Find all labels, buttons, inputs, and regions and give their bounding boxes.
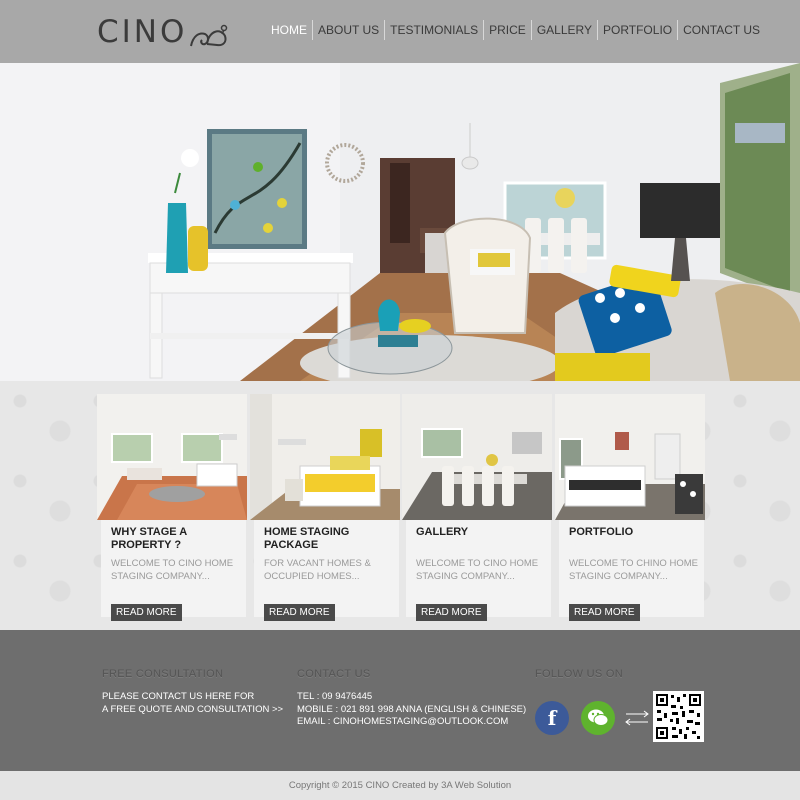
- logo[interactable]: CINO: [97, 12, 229, 52]
- read-more-button[interactable]: READ MORE: [416, 604, 487, 621]
- nav-portfolio[interactable]: PORTFOLIO: [596, 20, 677, 40]
- card-description: FOR VACANT HOMES & OCCUPIED HOMES...: [264, 558, 371, 582]
- facebook-icon[interactable]: f: [535, 701, 569, 735]
- card-description: WELCOME TO CHINO HOME STAGING COMPANY...: [569, 558, 698, 582]
- nav-gallery[interactable]: GALLERY: [530, 20, 597, 40]
- facebook-glyph: f: [547, 706, 557, 730]
- card-image[interactable]: [402, 394, 552, 520]
- card-description: WELCOME TO CINO HOME STAGING COMPANY...: [111, 558, 234, 582]
- consultation-link[interactable]: PLEASE CONTACT US HERE FOR A FREE QUOTE …: [102, 691, 283, 716]
- card-title: PORTFOLIO: [569, 526, 634, 538]
- logo-text: CINO: [97, 14, 188, 50]
- arrows-icon: [625, 710, 649, 726]
- card-image[interactable]: [250, 394, 400, 520]
- read-more-button[interactable]: READ MORE: [264, 604, 335, 621]
- card-description: WELCOME TO CINO HOME STAGING COMPANY...: [416, 558, 539, 582]
- main-nav: HOME ABOUT US TESTIMONIALS PRICE GALLERY…: [266, 20, 765, 40]
- nav-testimonials[interactable]: TESTIMONIALS: [384, 20, 483, 40]
- card-image[interactable]: [555, 394, 705, 520]
- copyright-text: Copyright © 2015 CINO Created by 3A Web …: [0, 771, 800, 800]
- hero-living-room-image: [0, 63, 800, 381]
- contact-details: TEL : 09 9476445 MOBILE : 021 891 998 AN…: [297, 691, 526, 729]
- bedroom-portfolio-photo: [555, 394, 705, 520]
- qr-code-image: [653, 691, 704, 742]
- snail-logo-icon: [190, 24, 228, 47]
- site-header: CINO HOME ABOUT US TESTIMONIALS PRICE GA…: [0, 0, 800, 63]
- feature-cards-section: WHY STAGE A PROPERTY ? WELCOME TO CINO H…: [0, 381, 800, 630]
- contact-email[interactable]: EMAIL : CINOHOMESTAGING@OUTLOOK.COM: [297, 716, 526, 729]
- nav-price[interactable]: PRICE: [483, 20, 531, 40]
- card-title: GALLERY: [416, 526, 469, 538]
- contact-mobile: MOBILE : 021 891 998 ANNA (ENGLISH & CHI…: [297, 703, 527, 715]
- card-title: HOME STAGING PACKAGE: [264, 526, 350, 551]
- hero-slider[interactable]: [0, 63, 800, 381]
- card-portfolio: PORTFOLIO WELCOME TO CHINO HOME STAGING …: [555, 394, 705, 621]
- card-home-staging-package: HOME STAGING PACKAGE FOR VACANT HOMES & …: [250, 394, 400, 621]
- consultation-line: A FREE QUOTE AND CONSULTATION >>: [102, 703, 284, 715]
- wechat-icon[interactable]: [581, 701, 615, 735]
- dining-room-photo: [402, 394, 552, 520]
- contact-heading: CONTACT US: [297, 668, 371, 680]
- card-image[interactable]: [97, 394, 247, 520]
- consultation-heading: FREE CONSULTATION: [102, 668, 224, 680]
- follow-heading: FOLLOW US ON: [535, 668, 623, 680]
- read-more-button[interactable]: READ MORE: [569, 604, 640, 621]
- living-room-photo: [97, 394, 247, 520]
- qr-code: [653, 691, 704, 742]
- contact-tel: TEL : 09 9476445: [297, 691, 373, 702]
- card-title: WHY STAGE A PROPERTY ?: [111, 526, 187, 551]
- nav-contact-us[interactable]: CONTACT US: [677, 20, 765, 40]
- read-more-button[interactable]: READ MORE: [111, 604, 182, 621]
- card-gallery: GALLERY WELCOME TO CINO HOME STAGING COM…: [402, 394, 552, 621]
- wechat-glyph: [588, 709, 609, 726]
- card-why-stage: WHY STAGE A PROPERTY ? WELCOME TO CINO H…: [97, 394, 247, 621]
- consultation-line: PLEASE CONTACT US HERE FOR: [102, 691, 255, 702]
- nav-home[interactable]: HOME: [266, 20, 312, 40]
- nav-about-us[interactable]: ABOUT US: [312, 20, 384, 40]
- bedroom-photo: [250, 394, 400, 520]
